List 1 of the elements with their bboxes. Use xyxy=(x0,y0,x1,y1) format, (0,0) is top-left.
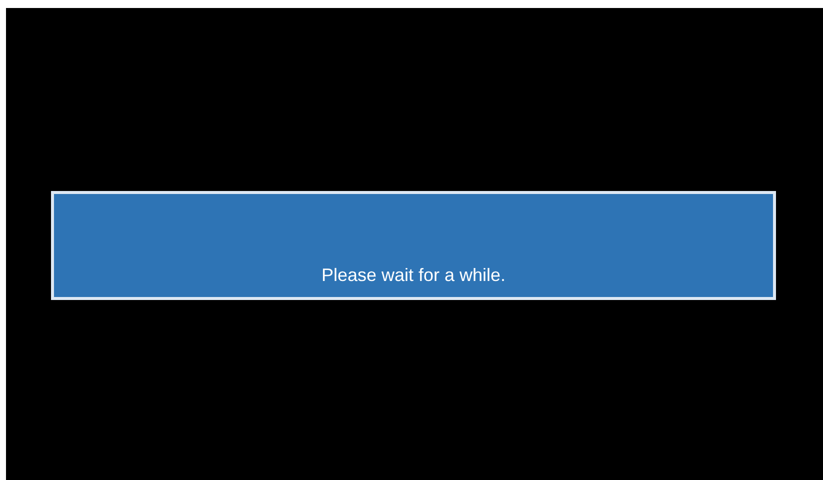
wait-message: Please wait for a while. xyxy=(321,265,506,287)
